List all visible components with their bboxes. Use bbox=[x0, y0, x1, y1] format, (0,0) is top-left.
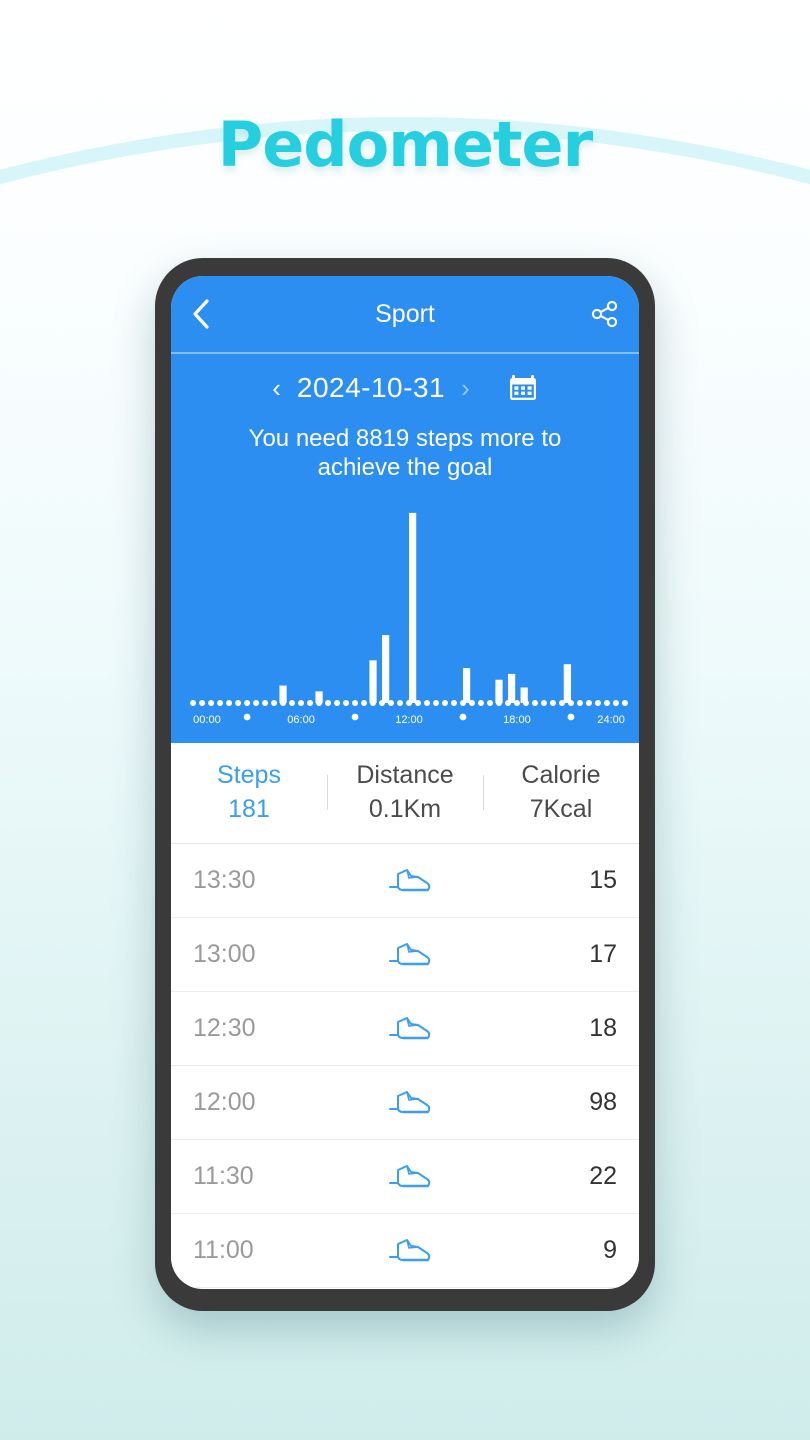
activity-row-icon bbox=[313, 1161, 507, 1191]
running-shoe-icon bbox=[389, 1017, 431, 1040]
activity-row[interactable]: 11:00 9 bbox=[171, 1214, 639, 1288]
calendar-icon bbox=[509, 375, 536, 400]
chart-x-tick-label: 12:00 bbox=[395, 714, 423, 726]
chart-bar bbox=[382, 634, 390, 703]
activity-row[interactable]: 13:30 15 bbox=[171, 844, 639, 918]
chart-bar bbox=[520, 687, 528, 703]
chart-bar bbox=[315, 690, 323, 703]
chart-bar bbox=[495, 679, 503, 703]
activity-row-time: 13:30 bbox=[193, 865, 256, 894]
activity-row-time: 11:30 bbox=[193, 1161, 254, 1190]
chart-bar bbox=[507, 673, 516, 703]
chart-x-tick-label: 18:00 bbox=[503, 714, 531, 726]
activity-row-icon bbox=[313, 1087, 507, 1117]
activity-row-time: 13:00 bbox=[193, 939, 256, 968]
activity-row-count: 18 bbox=[589, 1013, 617, 1042]
next-date-button[interactable]: › bbox=[461, 375, 470, 401]
chart-x-tick-label: 06:00 bbox=[287, 714, 315, 726]
chart-bar bbox=[462, 667, 471, 703]
activity-row[interactable]: 13:00 17 bbox=[171, 918, 639, 992]
activity-row-time: 12:30 bbox=[193, 1013, 256, 1042]
activity-row-icon bbox=[313, 1235, 507, 1265]
stat-steps-label: Steps bbox=[217, 760, 281, 789]
phone-screen: Sport ‹ 2024-10-31 › You need 8819 steps… bbox=[171, 276, 639, 1289]
chart-x-tick-label: 00:00 bbox=[193, 714, 221, 726]
running-shoe-icon bbox=[389, 943, 431, 966]
share-icon bbox=[591, 300, 618, 328]
current-date: 2024-10-31 bbox=[296, 372, 446, 403]
activity-row-icon bbox=[313, 865, 507, 895]
activity-row-time: 12:00 bbox=[193, 1087, 256, 1116]
stat-steps[interactable]: Steps 181 bbox=[171, 759, 327, 827]
stat-distance[interactable]: Distance 0.1Km bbox=[327, 759, 483, 827]
chart-x-tick-label: 24:00 bbox=[597, 714, 625, 726]
page-title: Pedometer bbox=[217, 108, 593, 181]
activity-row-time: 11:00 bbox=[193, 1235, 254, 1264]
activity-list: 13:30 15 13:00 17 12:30 18 12:00 98 11:30 22 bbox=[171, 843, 639, 1288]
app-bar-title: Sport bbox=[375, 299, 435, 328]
calendar-button[interactable] bbox=[508, 374, 538, 402]
app-blue-section: Sport ‹ 2024-10-31 › You need 8819 steps… bbox=[171, 276, 639, 743]
chart-bar bbox=[563, 663, 571, 703]
goal-message: You need 8819 steps more to achieve the … bbox=[248, 425, 562, 482]
chart-bar bbox=[279, 685, 287, 703]
phone-mockup: Sport ‹ 2024-10-31 › You need 8819 steps… bbox=[155, 258, 655, 1311]
app-bar: Sport bbox=[171, 276, 639, 352]
back-button[interactable] bbox=[191, 298, 231, 330]
activity-row-icon bbox=[313, 939, 507, 969]
activity-row-count: 98 bbox=[589, 1087, 617, 1116]
running-shoe-icon bbox=[389, 1091, 431, 1114]
activity-row[interactable]: 12:30 18 bbox=[171, 992, 639, 1066]
activity-row-icon bbox=[313, 1013, 507, 1043]
share-button[interactable] bbox=[579, 300, 619, 328]
prev-date-button[interactable]: ‹ bbox=[272, 375, 281, 401]
stat-distance-label: Distance bbox=[356, 760, 454, 789]
running-shoe-icon bbox=[389, 869, 431, 892]
stat-calorie-label: Calorie bbox=[521, 760, 601, 789]
activity-row-count: 9 bbox=[603, 1235, 617, 1264]
activity-row-count: 17 bbox=[589, 939, 617, 968]
activity-row-count: 22 bbox=[589, 1161, 617, 1190]
steps-bar-chart-svg: 00:00 06:00 12:00 18:00 24:00 bbox=[190, 512, 628, 726]
chart-bar bbox=[409, 512, 417, 703]
activity-row[interactable]: 11:30 22 bbox=[171, 1140, 639, 1214]
activity-row-count: 15 bbox=[589, 865, 617, 894]
running-shoe-icon bbox=[389, 1239, 431, 1262]
date-navigation: ‹ 2024-10-31 › bbox=[171, 354, 639, 416]
stat-calorie[interactable]: Calorie 7Kcal bbox=[483, 759, 639, 827]
activity-row[interactable]: 12:00 98 bbox=[171, 1066, 639, 1140]
stat-steps-value: 181 bbox=[228, 794, 270, 823]
running-shoe-icon bbox=[389, 1165, 431, 1188]
stat-calorie-value: 7Kcal bbox=[529, 794, 593, 823]
steps-bar-chart: 00:00 06:00 12:00 18:00 24:00 bbox=[171, 495, 639, 743]
stat-distance-value: 0.1Km bbox=[368, 794, 442, 823]
stats-summary: Steps 181 Distance 0.1Km Calorie 7Kcal bbox=[171, 742, 639, 843]
chart-bar bbox=[369, 659, 377, 703]
chevron-left-icon bbox=[193, 299, 209, 329]
